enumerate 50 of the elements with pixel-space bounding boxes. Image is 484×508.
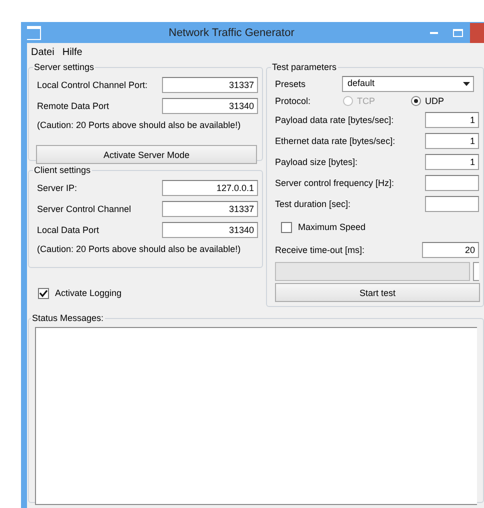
radio-label: TCP	[357, 96, 375, 106]
activate-server-button[interactable]: Activate Server Mode	[36, 145, 257, 164]
input-field[interactable]: 31340	[162, 222, 258, 238]
menu-item[interactable]: Hilfe	[62, 47, 82, 58]
checkbox-label: Activate Logging	[55, 288, 122, 298]
radio-button[interactable]	[411, 96, 421, 106]
maximize-icon	[453, 28, 463, 36]
dropdown-arrow-icon	[462, 82, 470, 86]
field-label: Server IP:	[37, 182, 78, 192]
input-field[interactable]	[425, 174, 479, 190]
start-test-button[interactable]: Start test	[275, 283, 480, 302]
field-label: Payload size [bytes]:	[275, 156, 358, 166]
close-button[interactable]	[470, 22, 484, 42]
check-icon	[39, 288, 48, 298]
field-label: Remote Data Port	[37, 100, 110, 110]
field-label: Presets	[275, 78, 306, 88]
field-label: Payload data rate [bytes/sec]:	[275, 114, 394, 124]
field-label: Protocol:	[275, 96, 312, 106]
input-field[interactable]	[425, 196, 479, 212]
window-title: Network Traffic Generator	[168, 26, 296, 38]
caution-note: (Caution: 20 Ports above should also be available!)	[37, 243, 241, 255]
presets-dropdown[interactable]: default	[342, 76, 474, 92]
menu-item[interactable]: Datei	[31, 47, 54, 58]
side-control[interactable]	[473, 262, 479, 281]
checkbox-label: Maximum Speed	[298, 222, 366, 232]
input-field[interactable]: 20	[422, 242, 479, 258]
input-field[interactable]: 1	[425, 154, 479, 170]
input-field[interactable]: 1	[425, 112, 479, 128]
input-field[interactable]: 127.0.0.1	[162, 180, 258, 196]
caution-note: (Caution: 20 Ports above should also be available!)	[37, 119, 241, 131]
field-label: Test duration [sec]:	[275, 198, 351, 208]
group-title: Test parameters	[271, 62, 338, 72]
field-label: Ethernet data rate [bytes/sec]:	[275, 136, 396, 146]
dropdown-value: default	[346, 77, 375, 90]
checkbox[interactable]	[38, 288, 49, 298]
field-label: Server Control Channel	[37, 204, 132, 214]
input-field[interactable]: 31337	[162, 200, 258, 216]
group-title: Status Messages:	[31, 313, 105, 323]
field-label: Server control frequency [Hz]:	[275, 178, 394, 188]
radio-label: UDP	[425, 96, 444, 106]
group-title: Client settings	[33, 165, 92, 175]
checkbox[interactable]	[281, 222, 292, 232]
minimize-icon	[430, 32, 438, 34]
input-field[interactable]: 31337	[162, 76, 258, 92]
field-label: Local Control Channel Port:	[37, 80, 148, 90]
field-label: Local Data Port	[37, 224, 100, 234]
group-title: Server settings	[33, 62, 96, 72]
field-label: Receive time-out [ms]:	[275, 244, 365, 254]
input-field[interactable]: 1	[425, 132, 479, 148]
input-field[interactable]: 31340	[162, 98, 258, 114]
